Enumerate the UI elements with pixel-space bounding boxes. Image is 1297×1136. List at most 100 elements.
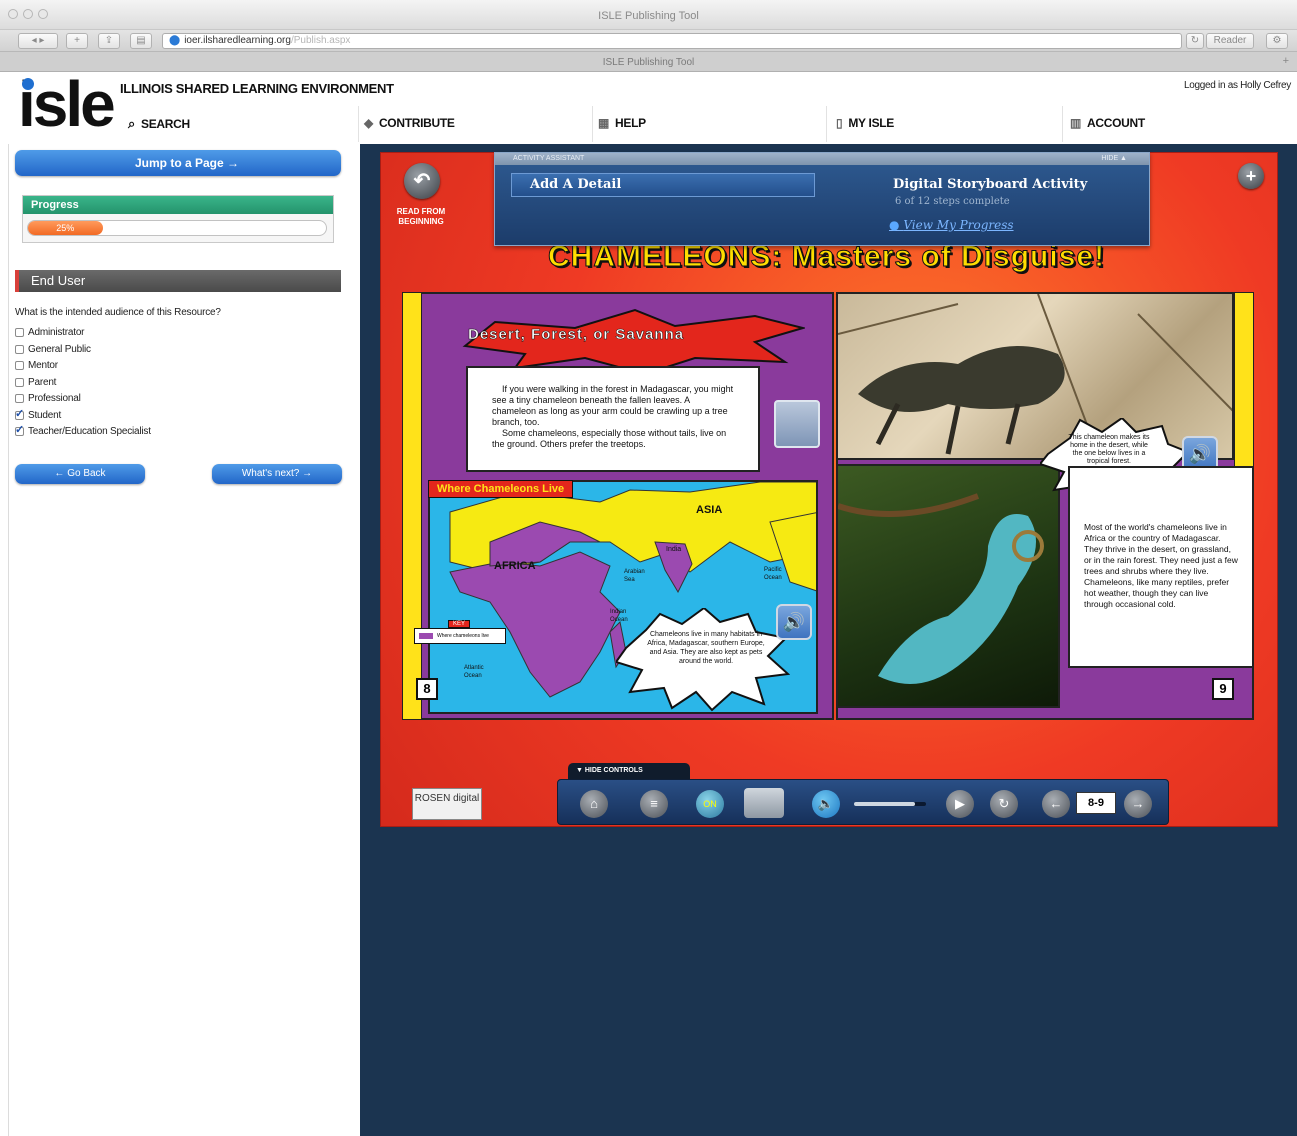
reload-icon[interactable]: ↻ <box>1186 33 1204 49</box>
back-forward-buttons[interactable]: ◂ ▸ <box>18 33 58 49</box>
map-bubble-text: Chameleons live in many habitats in Afri… <box>647 631 765 665</box>
audience-option[interactable]: Student <box>15 407 61 421</box>
checkbox[interactable] <box>15 394 24 403</box>
window-title: ISLE Publishing Tool <box>598 10 699 22</box>
menu-divider <box>826 106 827 142</box>
audience-option[interactable]: Professional <box>15 393 81 404</box>
menu-contribute-label: CONTRIBUTE <box>378 116 455 130</box>
replay-icon[interactable]: ↻ <box>990 790 1018 818</box>
add-detail-button[interactable]: Add A Detail <box>511 173 815 197</box>
address-bar[interactable]: ⬤ ioer.ilsharedlearning.org/Publish.aspx <box>162 33 1182 49</box>
read-from-beginning-button[interactable]: ↶ <box>404 163 440 199</box>
app-root: ISLE Publishing Tool ◂ ▸ + ⇪ ▤ ⬤ ioer.ils… <box>0 0 1297 1136</box>
volume-slider[interactable] <box>854 802 926 806</box>
page-8-audio-icon[interactable]: 🔊 <box>776 604 812 640</box>
section-title: End User <box>15 270 341 292</box>
url-host: ioer.ilsharedlearning.org <box>184 35 291 46</box>
bullet-icon: ● <box>889 218 900 232</box>
toggle-on-icon[interactable]: ON <box>696 790 724 818</box>
page-9-yellow-strip <box>1234 292 1254 468</box>
checkbox[interactable] <box>15 328 24 337</box>
progress-fill: 25% <box>28 221 103 235</box>
next-page-icon[interactable]: → <box>1124 790 1152 818</box>
checkbox-label: Mentor <box>28 360 58 371</box>
assistant-bar-label: ACTIVITY ASSISTANT <box>495 153 1149 165</box>
assistant-hide-button[interactable]: HIDE ▲ <box>1101 153 1127 165</box>
volume-icon[interactable]: 🔈 <box>812 790 840 818</box>
map-label-pacific-ocean: Pacific Ocean <box>764 567 782 581</box>
jump-to-page-button[interactable]: Jump to a Page → <box>15 150 341 176</box>
tag-icon: ◆ <box>364 116 373 130</box>
checkbox-label: Parent <box>28 376 57 388</box>
browser-tab-bar: ISLE Publishing Tool + <box>0 52 1297 72</box>
home-icon[interactable]: ⌂ <box>580 790 608 818</box>
checkbox[interactable] <box>15 423 24 436</box>
menu-help[interactable]: ▦ HELP <box>598 116 646 130</box>
checkbox[interactable] <box>15 377 24 387</box>
checkbox[interactable] <box>15 361 24 370</box>
page-number-8: 8 <box>416 678 438 700</box>
page-8-textbox: If you were walking in the forest in Mad… <box>466 366 760 472</box>
map-label-asia: ASIA <box>696 504 723 516</box>
add-bookmark-button[interactable]: + <box>66 33 88 49</box>
go-back-button[interactable]: ← Go Back <box>15 464 145 484</box>
search-icon: ⌕ <box>128 116 135 131</box>
print-button[interactable]: ▤ <box>130 33 152 49</box>
read-from-beginning-label: READ FROM BEGINNING <box>396 207 446 226</box>
settings-gear-icon[interactable]: ⚙ <box>1266 33 1288 49</box>
view-progress-link[interactable]: ● View My Progress <box>889 218 1014 232</box>
menu-my-isle-label: MY ISLE <box>848 116 895 130</box>
map-key-swatch <box>419 633 433 639</box>
activity-assistant-panel: ACTIVITY ASSISTANT HIDE ▲ Add A Detail D… <box>494 152 1150 246</box>
page-9-paragraph: Most of the world's chameleons live in A… <box>1084 522 1238 609</box>
keyboard-icon[interactable] <box>744 788 784 818</box>
right-bubble-text: This chameleon makes its home in the des… <box>1068 434 1150 465</box>
player-controls: ⌂ ≡ ON 🔈 ▶ ↻ ← 8-9 → <box>557 779 1169 825</box>
menu-contribute[interactable]: ◆ CONTRIBUTE <box>364 116 455 130</box>
page-8-paragraph-1: If you were walking in the forest in Mad… <box>492 384 734 427</box>
map-label-atlantic-ocean: Atlantic Ocean <box>464 665 484 679</box>
reader-button[interactable]: Reader <box>1206 33 1254 49</box>
zoom-in-icon[interactable]: + <box>1238 163 1264 189</box>
share-button[interactable]: ⇪ <box>98 33 120 49</box>
menu-divider <box>592 106 593 142</box>
view-progress-label: View My Progress <box>903 218 1014 232</box>
audience-question: What is the intended audience of this Re… <box>15 307 221 318</box>
audience-option[interactable]: Administrator <box>15 327 85 338</box>
menu-account[interactable]: ▥ ACCOUNT <box>1070 116 1145 130</box>
checkbox[interactable] <box>15 407 24 420</box>
menu-my-isle[interactable]: ▯ MY ISLE <box>836 116 894 130</box>
audience-option[interactable]: General Public <box>15 344 91 355</box>
checkbox-label: General Public <box>28 343 91 355</box>
volume-level <box>854 802 916 806</box>
help-icon: ▦ <box>598 116 610 130</box>
page-number-9: 9 <box>1212 678 1234 700</box>
forest-chameleon-graphic <box>838 493 1044 684</box>
table-of-contents-icon[interactable]: ≡ <box>640 790 668 818</box>
menu-divider <box>1062 106 1063 142</box>
video-icon[interactable] <box>774 400 820 448</box>
progress-title: Progress <box>23 196 333 214</box>
document-icon: ▯ <box>836 116 843 130</box>
map-label-arabian-sea: Arabian Sea <box>624 569 645 583</box>
forest-chameleon-photo <box>836 464 1060 708</box>
logged-in-status: Logged in as Holly Cefrey <box>1183 80 1291 91</box>
audience-option[interactable]: Parent <box>15 377 56 388</box>
hide-controls-button[interactable]: ▼ HIDE CONTROLS <box>568 763 690 779</box>
play-icon[interactable]: ▶ <box>946 790 974 818</box>
tab-title[interactable]: ISLE Publishing Tool <box>0 57 1297 68</box>
menu-search[interactable]: ⌕ SEARCH <box>128 116 190 132</box>
previous-page-icon[interactable]: ← <box>1042 790 1070 818</box>
new-tab-icon[interactable]: + <box>1283 55 1289 67</box>
rosen-digital-logo: ROSEN digital <box>412 788 482 820</box>
url-path: /Publish.aspx <box>290 35 351 46</box>
menu-help-label: HELP <box>615 116 646 130</box>
checkbox[interactable] <box>15 344 24 354</box>
checkbox-label: Administrator <box>28 327 85 338</box>
audience-option[interactable]: Mentor <box>15 360 58 371</box>
progress-panel: Progress 25% <box>22 195 334 243</box>
audience-option[interactable]: Teacher/Education Specialist <box>15 423 151 437</box>
whats-next-button[interactable]: What's next? → <box>212 464 342 484</box>
page-range-indicator[interactable]: 8-9 <box>1076 792 1116 814</box>
activity-title: Digital Storyboard Activity <box>893 177 1088 192</box>
